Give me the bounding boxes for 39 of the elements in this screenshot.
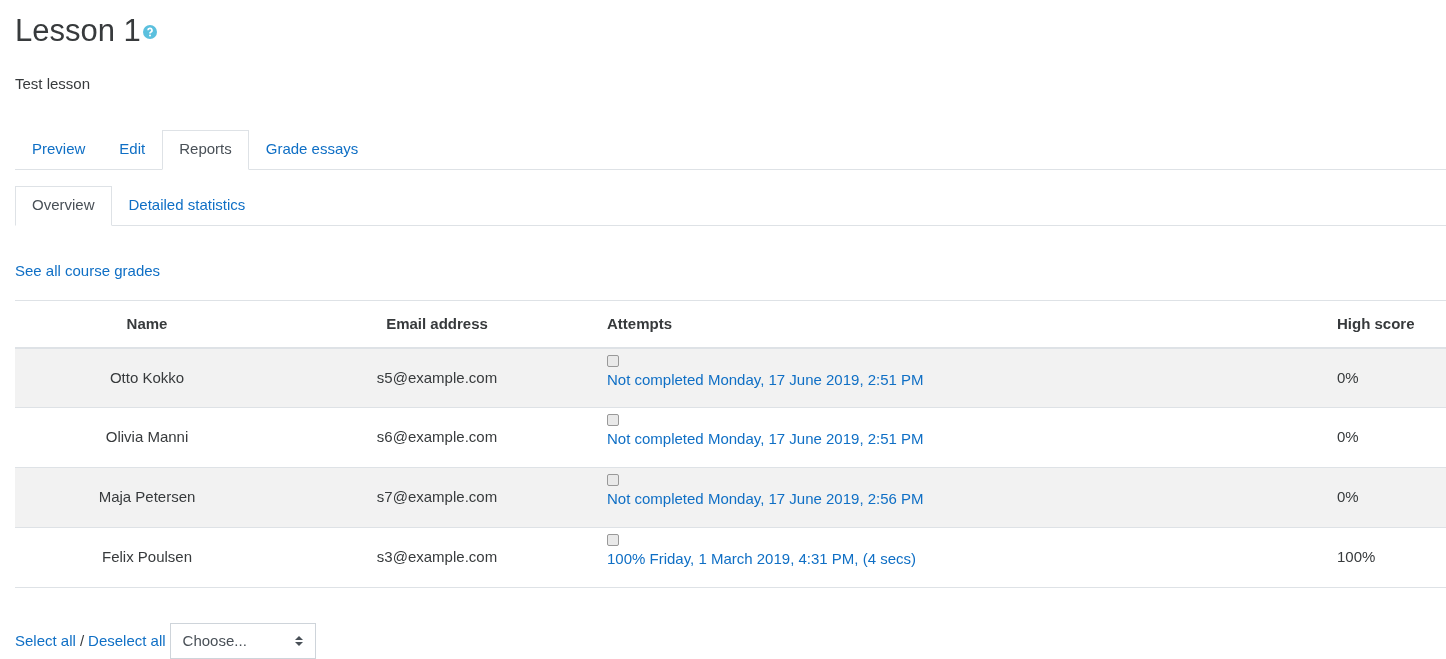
deselect-all-link[interactable]: Deselect all bbox=[88, 629, 166, 653]
column-header: High score bbox=[1337, 300, 1446, 348]
attempt-checkbox[interactable] bbox=[607, 474, 619, 486]
lesson-description: Test lesson bbox=[15, 74, 92, 94]
table-cell: Maja Petersen bbox=[15, 467, 279, 528]
tab[interactable]: Overview bbox=[15, 185, 112, 226]
table-cell: Otto Kokko bbox=[15, 347, 279, 408]
tab[interactable]: Detailed statistics bbox=[111, 185, 263, 226]
attempt-checkbox[interactable] bbox=[607, 354, 619, 367]
attempt-link[interactable]: 100% Friday, 1 March 2019, 4:31 PM, (4 secs) bbox=[607, 548, 917, 571]
attempt-checkbox[interactable] bbox=[607, 414, 619, 426]
select-all-link[interactable]: Select all bbox=[15, 629, 76, 653]
column-header: Email address bbox=[279, 300, 595, 348]
tab[interactable]: Preview bbox=[15, 129, 103, 170]
table-cell: 100% bbox=[1337, 527, 1446, 588]
attempt-checkbox[interactable] bbox=[607, 534, 619, 546]
table-cell: 0% bbox=[1337, 407, 1446, 468]
column-header: Attempts bbox=[595, 300, 1337, 348]
table-cell: s7@example.com bbox=[279, 467, 595, 528]
separator: / bbox=[79, 630, 85, 651]
tab[interactable]: Edit bbox=[102, 129, 163, 170]
table-cell: s3@example.com bbox=[279, 527, 595, 588]
column-header: Name bbox=[15, 300, 279, 348]
tab[interactable]: Reports bbox=[162, 129, 249, 170]
table-cell: 0% bbox=[1337, 467, 1446, 528]
page-title: Lesson 1 bbox=[15, 12, 141, 50]
sort-caret-icon bbox=[294, 636, 303, 646]
attempt-link[interactable]: Not completed Monday, 17 June 2019, 2:51 PM bbox=[607, 428, 924, 451]
help-icon[interactable] bbox=[142, 24, 157, 39]
table-cell: s5@example.com bbox=[279, 347, 595, 408]
action-select[interactable]: Choose... bbox=[169, 623, 316, 659]
attempt-link[interactable]: Not completed Monday, 17 June 2019, 2:51 PM bbox=[607, 368, 924, 391]
table-cell: s6@example.com bbox=[279, 407, 595, 468]
attempt-link[interactable]: Not completed Monday, 17 June 2019, 2:56 PM bbox=[607, 488, 924, 511]
table-cell: Felix Poulsen bbox=[15, 527, 279, 588]
course-grades-link[interactable]: See all course grades bbox=[15, 259, 161, 282]
table-cell: 0% bbox=[1337, 347, 1446, 408]
table-cell: Olivia Manni bbox=[15, 407, 279, 468]
tab[interactable]: Grade essays bbox=[248, 129, 376, 170]
